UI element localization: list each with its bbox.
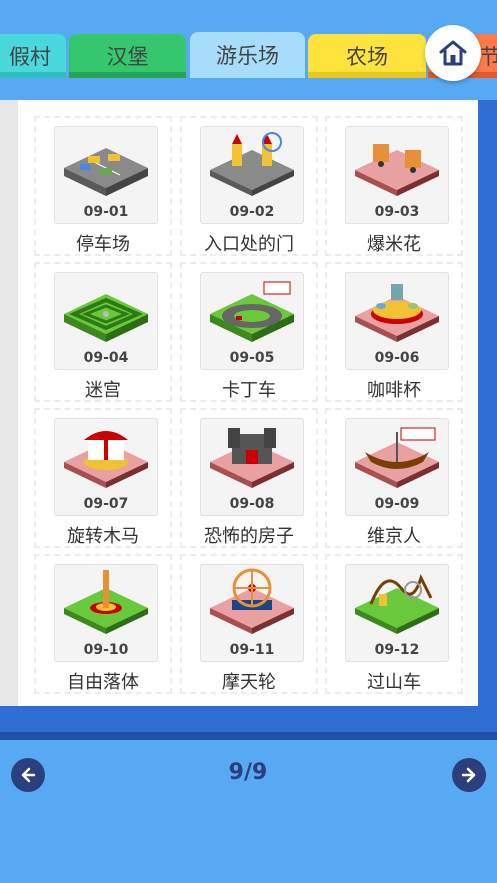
- roller-coaster-icon: [355, 573, 439, 634]
- sticker-code: 09-08: [229, 496, 275, 512]
- sticker-code: 09-06: [374, 350, 420, 366]
- sticker-cell-viking[interactable]: 09-09 维京人: [325, 408, 463, 548]
- popcorn-cart-icon: [355, 144, 439, 196]
- sticker-card[interactable]: 09-05: [200, 272, 304, 370]
- ferris-wheel-icon: [210, 568, 294, 634]
- book-spine: [0, 100, 18, 706]
- sticker-name: 入口处的门: [204, 234, 294, 255]
- tab-burger[interactable]: 汉堡: [69, 34, 186, 78]
- sticker-card[interactable]: 09-06: [345, 272, 449, 370]
- category-tabs: 假村 汉堡 游乐场 农场 节日: [0, 0, 497, 100]
- sticker-card[interactable]: 09-12: [345, 564, 449, 662]
- sticker-name: 恐怖的房子: [204, 526, 294, 547]
- sticker-grid: 09-01 停车场 09-02 入口处的门 09-03 爆米花 09-04 迷宫…: [34, 116, 463, 700]
- sticker-name: 过山车: [367, 672, 421, 693]
- sticker-cell-popcorn[interactable]: 09-03 爆米花: [325, 116, 463, 256]
- sticker-card[interactable]: 09-02: [200, 126, 304, 224]
- tab-label: 节日: [480, 45, 497, 69]
- footer-divider: [0, 732, 497, 740]
- sticker-card[interactable]: 09-07: [54, 418, 158, 516]
- sticker-code: 09-01: [83, 204, 129, 220]
- entrance-gate-icon: [210, 132, 294, 196]
- free-fall-tower-icon: [64, 570, 148, 634]
- tab-amusement-park[interactable]: 游乐场: [190, 32, 305, 78]
- sticker-card[interactable]: 09-03: [345, 126, 449, 224]
- haunted-house-icon: [210, 428, 294, 488]
- sticker-code: 09-04: [83, 350, 129, 366]
- sticker-code: 09-12: [374, 642, 420, 658]
- tab-label: 游乐场: [216, 44, 279, 68]
- prev-page-button[interactable]: [11, 758, 45, 792]
- home-button[interactable]: [425, 25, 481, 81]
- sticker-card[interactable]: 09-04: [54, 272, 158, 370]
- sticker-code: 09-03: [374, 204, 420, 220]
- sticker-name: 爆米花: [367, 234, 421, 255]
- sticker-cell-ferris-wheel[interactable]: 09-11 摩天轮: [180, 554, 318, 694]
- tab-farm[interactable]: 农场: [308, 34, 426, 78]
- sticker-card[interactable]: 09-11: [200, 564, 304, 662]
- coffee-cup-ride-icon: [355, 284, 439, 342]
- sticker-code: 09-02: [229, 204, 275, 220]
- viking-ship-icon: [355, 427, 439, 488]
- sticker-name: 停车场: [76, 234, 130, 255]
- sticker-name: 卡丁车: [222, 380, 276, 401]
- sticker-cell-parking[interactable]: 09-01 停车场: [34, 116, 172, 256]
- sticker-name: 维京人: [367, 526, 421, 547]
- go-kart-track-icon: [210, 281, 294, 342]
- sticker-card[interactable]: 09-08: [200, 418, 304, 516]
- tab-resort[interactable]: 假村: [0, 34, 66, 78]
- home-icon: [439, 40, 467, 66]
- sticker-card[interactable]: 09-01: [54, 126, 158, 224]
- arrow-right-icon: [461, 767, 476, 783]
- sticker-code: 09-05: [229, 350, 275, 366]
- sticker-code: 09-11: [229, 642, 275, 658]
- sticker-cell-go-kart[interactable]: 09-05 卡丁车: [180, 262, 318, 402]
- sticker-cell-coffee-cup[interactable]: 09-06 咖啡杯: [325, 262, 463, 402]
- sticker-cell-maze[interactable]: 09-04 迷宫: [34, 262, 172, 402]
- sticker-name: 自由落体: [67, 672, 139, 693]
- sticker-code: 09-07: [83, 496, 129, 512]
- sticker-name: 迷宫: [85, 380, 121, 401]
- sticker-name: 旋转木马: [67, 526, 139, 547]
- next-page-button[interactable]: [452, 758, 486, 792]
- sticker-code: 09-09: [374, 496, 420, 512]
- sticker-cell-haunted-house[interactable]: 09-08 恐怖的房子: [180, 408, 318, 548]
- sticker-cell-carousel[interactable]: 09-07 旋转木马: [34, 408, 172, 548]
- sticker-cell-entrance[interactable]: 09-02 入口处的门: [180, 116, 318, 256]
- arrow-left-icon: [21, 767, 36, 783]
- parking-lot-icon: [64, 148, 148, 196]
- sticker-card[interactable]: 09-09: [345, 418, 449, 516]
- sticker-card[interactable]: 09-10: [54, 564, 158, 662]
- sticker-cell-roller-coaster[interactable]: 09-12 过山车: [325, 554, 463, 694]
- sticker-name: 咖啡杯: [367, 380, 421, 401]
- tab-label: 假村: [9, 45, 51, 69]
- maze-icon: [64, 294, 148, 342]
- page-counter: 9/9: [228, 760, 268, 785]
- tab-label: 汉堡: [106, 45, 149, 69]
- sticker-cell-free-fall[interactable]: 09-10 自由落体: [34, 554, 172, 694]
- tab-label: 农场: [346, 45, 388, 69]
- sticker-code: 09-10: [83, 642, 129, 658]
- sticker-name: 摩天轮: [222, 672, 276, 693]
- carousel-icon: [64, 431, 148, 488]
